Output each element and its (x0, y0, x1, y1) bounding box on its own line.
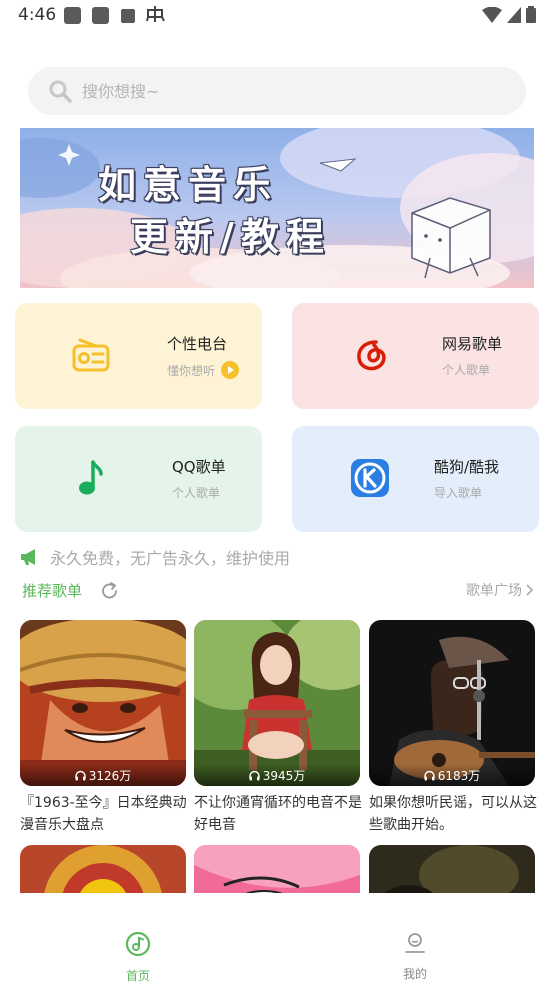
play-count: 3945万 (194, 764, 360, 786)
music-disc-icon (125, 931, 151, 957)
nav-home-label: 首页 (125, 969, 150, 983)
more-label: 歌单广场 (466, 583, 522, 599)
nav-home[interactable]: 首页 (98, 931, 178, 984)
playlist-cover[interactable]: 6183万 (369, 620, 535, 786)
notification-icon (92, 7, 109, 24)
card-subtitle-text: 懂你想听 (167, 363, 216, 378)
headphones-icon (424, 770, 435, 780)
headphones-icon (75, 770, 86, 780)
card-subtitle: 个人歌单 (442, 363, 491, 377)
nav-mine[interactable]: 我的 (375, 931, 455, 982)
card-title: 网易歌单 (442, 335, 503, 353)
card-kugou-kuwo[interactable]: 酷狗/酷我 导入歌单 (292, 426, 539, 532)
playlist-square-link[interactable]: 歌单广场 (466, 580, 534, 600)
card-personal-radio[interactable]: 个性电台 懂你想听 (15, 303, 262, 409)
banner[interactable]: 如意音乐 更新/教程 (20, 128, 534, 288)
refresh-icon[interactable] (100, 581, 120, 601)
signal-icon (507, 6, 521, 23)
status-bar: 4:46 (0, 0, 554, 32)
card-qq-playlist[interactable]: QQ歌单 个人歌单 (15, 426, 262, 532)
status-indicators (482, 6, 536, 23)
play-count-text: 3126万 (88, 768, 132, 783)
playlist-title[interactable]: 如果你想听民谣，可以从这些歌曲开始。 (369, 792, 539, 836)
play-icon[interactable] (221, 361, 240, 379)
headphones-icon (249, 770, 260, 780)
app-icon (145, 4, 165, 29)
play-count-text: 6183万 (437, 768, 481, 783)
wifi-icon (482, 6, 502, 23)
play-count: 6183万 (369, 764, 535, 786)
card-netease-playlist[interactable]: 网易歌单 个人歌单 (292, 303, 539, 409)
play-count: 3126万 (20, 764, 186, 786)
playlist-title[interactable]: 『1963-至今』日本经典动漫音乐大盘点 (20, 792, 190, 836)
banner-subtitle: 更新/教程 (130, 214, 331, 259)
play-count-text: 3945万 (262, 768, 306, 783)
search-icon (49, 80, 72, 103)
status-time: 4:46 (18, 5, 57, 25)
card-subtitle: 懂你想听 (167, 361, 240, 379)
search-input[interactable] (82, 81, 482, 101)
netease-music-icon (352, 335, 392, 375)
nav-mine-label: 我的 (402, 967, 427, 981)
card-title: 酷狗/酷我 (434, 458, 500, 476)
playlist-cover[interactable]: 3945万 (194, 620, 360, 786)
font-icon (121, 9, 135, 23)
chevron-right-icon (526, 584, 534, 596)
section-title: 推荐歌单 (22, 582, 83, 600)
recommend-header: 推荐歌单 歌单广场 (22, 580, 534, 602)
notice-bar: 永久免费，无广告永久，维护使用 (20, 545, 290, 569)
user-icon (405, 933, 425, 953)
notification-icon (64, 7, 81, 24)
qq-music-icon (71, 458, 111, 498)
battery-icon (526, 6, 536, 23)
playlist-title[interactable]: 不让你通宵循环的电音不是好电音 (194, 792, 364, 836)
kugou-icon (350, 458, 390, 498)
card-subtitle: 个人歌单 (172, 486, 221, 500)
megaphone-icon (21, 549, 35, 565)
card-title: QQ歌单 (172, 458, 226, 476)
bottom-nav: 首页 我的 (0, 893, 554, 985)
card-subtitle: 导入歌单 (434, 486, 483, 500)
radio-icon (71, 335, 111, 375)
card-title: 个性电台 (167, 335, 228, 353)
banner-title: 如意音乐 (98, 162, 279, 207)
playlist-cover[interactable]: 3126万 (20, 620, 186, 786)
search-bar[interactable] (28, 67, 526, 115)
notice-text: 永久免费，无广告永久，维护使用 (50, 549, 291, 568)
